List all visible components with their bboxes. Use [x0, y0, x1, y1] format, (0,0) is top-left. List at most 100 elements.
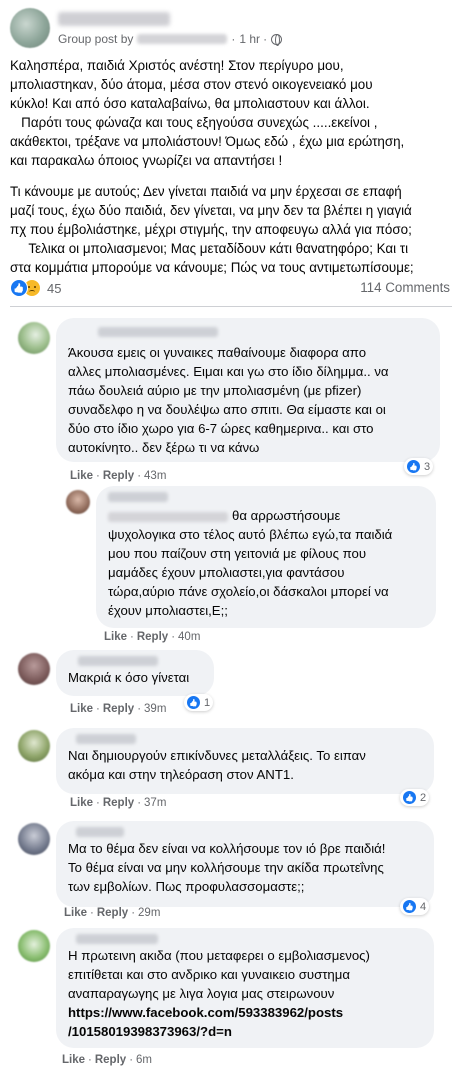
commenter-name-redacted[interactable] — [76, 934, 158, 944]
avatar[interactable] — [18, 653, 50, 685]
like-button[interactable]: Like — [62, 1054, 85, 1066]
comment-reactions[interactable]: 2 — [400, 789, 430, 806]
comment-reactions[interactable]: 3 — [404, 458, 434, 475]
post-paragraph-1: Καλησπέρα, παιδιά Χριστός ανέστη! Στον π… — [10, 56, 456, 170]
comment-time[interactable]: 37m — [144, 797, 166, 809]
divider — [10, 306, 452, 307]
post-time[interactable]: 1 hr — [239, 32, 260, 46]
comment-time[interactable]: 43m — [144, 470, 166, 482]
reaction-count: 4 — [420, 900, 427, 913]
comment-link[interactable]: https://www.facebook.com/593383962/posts — [68, 1005, 343, 1020]
reply-button[interactable]: Reply — [97, 907, 128, 919]
comment-actions: Like · Reply · 43m — [70, 470, 166, 482]
separator: · — [131, 907, 136, 919]
avatar[interactable] — [66, 490, 90, 514]
group-avatar[interactable] — [10, 8, 50, 48]
post-paragraph-2: Τι κάνουμε με αυτούς; Δεν γίνεται παιδιά… — [10, 182, 456, 277]
commenter-name-redacted[interactable] — [108, 492, 168, 502]
like-button[interactable]: Like — [64, 907, 87, 919]
comment-bubble: Ναι δημιουργούν επικίνδυνες μεταλλάξεις.… — [56, 728, 434, 794]
comment-line: ακόμα και στην τηλεόραση στον ΑΝΤ1. — [68, 767, 294, 782]
commenter-name-redacted[interactable] — [78, 656, 158, 666]
avatar[interactable] — [18, 823, 50, 855]
separator: · — [88, 1054, 92, 1066]
post-line: Καλησπέρα, παιδιά Χριστός ανέστη! Στον π… — [10, 58, 344, 73]
reaction-count: 2 — [420, 791, 427, 804]
comments-count-link[interactable]: 114 Comments — [360, 280, 450, 295]
reply-button[interactable]: Reply — [103, 703, 134, 715]
comment-line: των εμβολίων. Πως προφυλασσομαστε;; — [68, 879, 305, 894]
like-button[interactable]: Like — [104, 631, 127, 643]
reply-button[interactable]: Reply — [137, 631, 168, 643]
comment-bubble: Η πρωτεινη ακιδα (που μεταφερει ο εμβολι… — [56, 928, 434, 1048]
like-button[interactable]: Like — [70, 703, 93, 715]
comment-line: αυτοκίνητο.. δεν ξέρω τι να κάνω — [68, 440, 260, 455]
comment-text: Η πρωτεινη ακιδα (που μεταφερει ο εμβολι… — [68, 946, 422, 1041]
comment-actions: Like · Reply · 37m — [70, 797, 166, 809]
comment-time[interactable]: 29m — [138, 907, 160, 919]
post-meta: Group post by · 1 hr · — [58, 32, 283, 46]
globe-icon — [271, 33, 283, 46]
comment-reactions[interactable]: 1 — [184, 694, 214, 711]
reply-button[interactable]: Reply — [103, 797, 134, 809]
group-name-redacted[interactable] — [58, 12, 170, 26]
comment-line: Το θέμα είναι να μην κολλήσουμε την ακίδ… — [68, 860, 384, 875]
reply-button[interactable]: Reply — [103, 470, 134, 482]
comment-line: τώρα,αύριο πάνε σχολείο,οι δάσκαλοι μπορ… — [108, 584, 389, 599]
reaction-count[interactable]: 45 — [47, 281, 61, 296]
post-line: πχ που έμβολιάστηκε, μέχρι στιγμής, την … — [10, 222, 412, 237]
avatar[interactable] — [18, 730, 50, 762]
commenter-name-redacted[interactable] — [76, 734, 136, 744]
mentioned-name-redacted[interactable] — [108, 511, 228, 522]
comment-line: Άκουσα εμεις οι γυναικες παθαίνουμε διαφ… — [68, 345, 367, 360]
comment-text: Ναι δημιουργούν επικίνδυνες μεταλλάξεις.… — [68, 746, 422, 784]
post-line: Τι κάνουμε με αυτούς; Δεν γίνεται παιδιά… — [10, 184, 402, 199]
like-reaction-icon — [10, 279, 28, 297]
comment-bubble: θα αρρωστήσουμε ψυχολογικα στο τέλος αυτ… — [96, 486, 436, 628]
post-meta-separator-2: · — [263, 32, 268, 46]
comment-bubble: Μακριά κ όσο γίνεται — [56, 650, 214, 696]
post-line: ακάθεκτοι, τρέξανε να μπολιάστουν! Όμως … — [10, 134, 405, 149]
comment-line: θα αρρωστήσουμε — [232, 508, 341, 523]
reaction-count: 3 — [424, 460, 431, 473]
comment-link[interactable]: /10158019398373963/?d=n — [68, 1024, 232, 1039]
comment-actions: Like · Reply · 40m — [104, 631, 200, 643]
reply-button[interactable]: Reply — [95, 1054, 126, 1066]
separator: · — [96, 470, 100, 482]
separator: · — [90, 907, 94, 919]
separator: · — [129, 1054, 134, 1066]
comment-line: αλλες μπολιασμένες. Ειμαι και γω στο ίδι… — [68, 364, 389, 379]
commenter-name-redacted[interactable] — [76, 827, 124, 837]
comment-actions: Like · Reply · 39m — [70, 703, 166, 715]
avatar[interactable] — [18, 322, 50, 354]
comment-line: Μακριά κ όσο γίνεται — [68, 670, 190, 685]
post-header: Group post by · 1 hr · — [10, 8, 450, 50]
comment-time[interactable]: 6m — [136, 1054, 152, 1066]
comment-reactions[interactable]: 4 — [400, 898, 430, 915]
post-reactions[interactable]: 45 — [10, 279, 61, 297]
separator: · — [96, 797, 100, 809]
like-button[interactable]: Like — [70, 797, 93, 809]
like-button[interactable]: Like — [70, 470, 93, 482]
separator: · — [137, 470, 142, 482]
comment-line: Ναι δημιουργούν επικίνδυνες μεταλλάξεις.… — [68, 748, 366, 763]
comment-line: συναδελφο η να δουλέψω απο σπιτι. Θα είμ… — [68, 402, 386, 417]
commenter-name-redacted[interactable] — [98, 327, 218, 337]
comment-actions: Like · Reply · 6m — [62, 1054, 152, 1066]
author-name-redacted[interactable] — [137, 34, 228, 44]
comment-line: Μα το θέμα δεν είναι να κολλήσουμε τον ι… — [68, 841, 386, 856]
post-meta-prefix: Group post by — [58, 32, 134, 46]
like-reaction-icon — [402, 790, 417, 805]
comment-line: Η πρωτεινη ακιδα (που μεταφερει ο εμβολι… — [68, 948, 370, 963]
post-line: Παρότι τους φώναζα και τους εξηγούσα συν… — [10, 115, 378, 130]
separator: · — [171, 631, 176, 643]
comment-time[interactable]: 40m — [178, 631, 200, 643]
comment-actions: Like · Reply · 29m — [64, 907, 160, 919]
like-reaction-icon — [186, 695, 201, 710]
avatar[interactable] — [18, 930, 50, 962]
post-line: Τελικα οι μπολιασμενοι; Μας μεταδίδουν κ… — [10, 241, 409, 256]
post-line: κύκλο! Και από όσο καταλαβαίνω, θα μπολι… — [10, 96, 370, 111]
comment-time[interactable]: 39m — [144, 703, 166, 715]
post-line: και παρακαλω όποιος γνωρίζει να απαντήσε… — [10, 153, 283, 168]
comment-line: έχουν μπολιαστει,Ε;; — [108, 603, 228, 618]
